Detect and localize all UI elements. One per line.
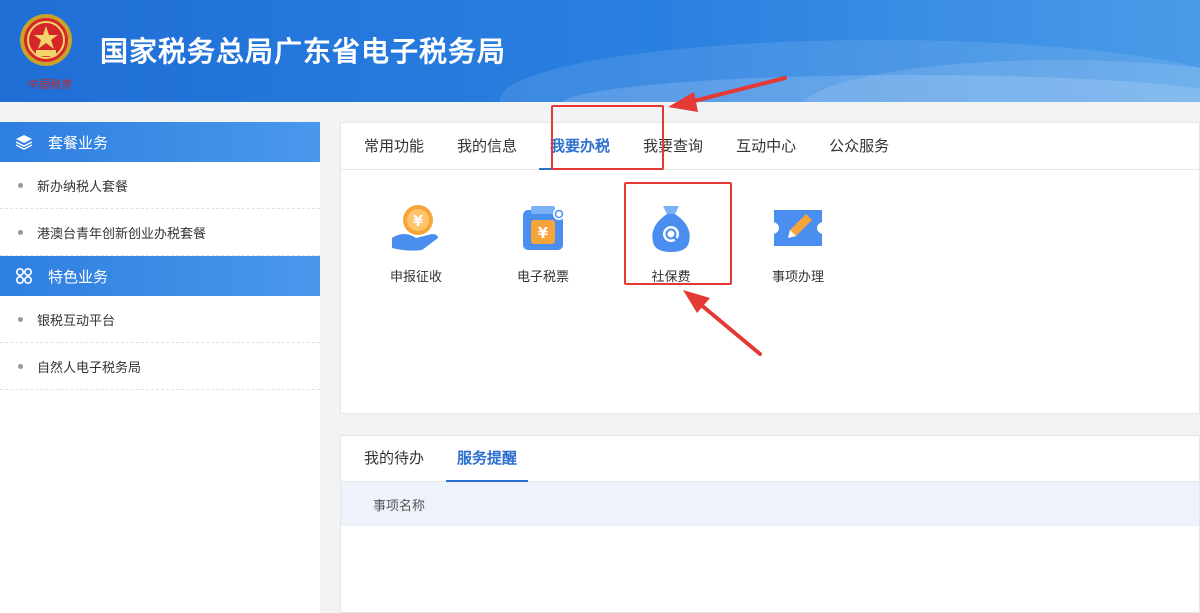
ticket-edit-icon — [774, 210, 822, 246]
sidebar-group-featured[interactable]: 特色业务 — [0, 256, 320, 296]
tile-e-tax-ticket[interactable]: ¥ 电子税票 — [498, 200, 588, 285]
sidebar-group-label: 套餐业务 — [48, 133, 109, 152]
bullet-icon — [18, 316, 23, 322]
main-tabs: 常用功能 我的信息 我要办税 我要查询 互动中心 公众服务 — [341, 123, 1199, 170]
bullet-icon — [18, 363, 23, 369]
sidebar-group-package[interactable]: 套餐业务 — [0, 122, 320, 162]
tab-my-todo[interactable]: 我的待办 — [353, 436, 435, 481]
tax-emblem-logo: 中国税务 — [20, 14, 72, 91]
sidebar-item-label: 新办纳税人套餐 — [37, 179, 129, 195]
svg-text:¥: ¥ — [413, 212, 424, 230]
tab-service-reminder[interactable]: 服务提醒 — [446, 436, 529, 482]
service-tabs: 我的待办 服务提醒 — [341, 436, 1199, 482]
bullet-icon — [18, 182, 23, 188]
sidebar-item-individual-e-tax[interactable]: 自然人电子税务局 — [0, 343, 320, 390]
table-header: 事项名称 — [341, 482, 1199, 526]
layers-icon — [14, 132, 34, 152]
tile-label: 电子税票 — [516, 270, 569, 285]
site-header: 中国税务 国家税务总局广东省电子税务局 — [0, 0, 1200, 102]
tab-interaction-center[interactable]: 互动中心 — [725, 123, 807, 169]
sidebar-item-label: 自然人电子税务局 — [37, 360, 142, 376]
annotation-box-tab — [551, 105, 664, 170]
tab-common-functions[interactable]: 常用功能 — [353, 123, 435, 169]
svg-text:¥: ¥ — [538, 224, 549, 242]
service-panel: 我的待办 服务提醒 事项名称 — [340, 435, 1200, 613]
site-title: 国家税务总局广东省电子税务局 — [100, 35, 507, 68]
hand-coin-icon: ¥ — [392, 205, 438, 251]
grid-icon — [14, 266, 34, 286]
function-panel: 常用功能 我的信息 我要办税 我要查询 互动中心 公众服务 ¥ 申报征收 ¥ 电… — [340, 122, 1200, 414]
sidebar-item-hk-macau-taiwan-package[interactable]: 港澳台青年创新创业办税套餐 — [0, 209, 320, 256]
bullet-icon — [18, 229, 23, 235]
tab-my-info[interactable]: 我的信息 — [446, 123, 528, 169]
tile-matter-handling[interactable]: 事项办理 — [753, 200, 843, 285]
tile-label: 事项办理 — [771, 270, 824, 285]
column-header-matter-name: 事项名称 — [373, 498, 426, 514]
tile-label: 申报征收 — [389, 270, 442, 285]
tab-public-service[interactable]: 公众服务 — [818, 123, 900, 169]
annotation-box-tile — [624, 182, 732, 285]
svg-text:中国税务: 中国税务 — [27, 78, 72, 91]
sidebar-group-label: 特色业务 — [48, 267, 109, 286]
sidebar-item-bank-tax-platform[interactable]: 银税互动平台 — [0, 296, 320, 343]
tile-declaration[interactable]: ¥ 申报征收 — [371, 200, 461, 285]
sidebar: 套餐业务 新办纳税人套餐 港澳台青年创新创业办税套餐 特色业务 银税互动平台 自… — [0, 122, 320, 613]
sidebar-item-new-taxpayer-package[interactable]: 新办纳税人套餐 — [0, 162, 320, 209]
sidebar-item-label: 银税互动平台 — [37, 313, 116, 329]
function-tiles: ¥ 申报征收 ¥ 电子税票 社保费 事项办理 — [341, 170, 1199, 414]
sidebar-item-label: 港澳台青年创新创业办税套餐 — [37, 226, 207, 242]
tax-ticket-icon: ¥ — [523, 206, 565, 250]
